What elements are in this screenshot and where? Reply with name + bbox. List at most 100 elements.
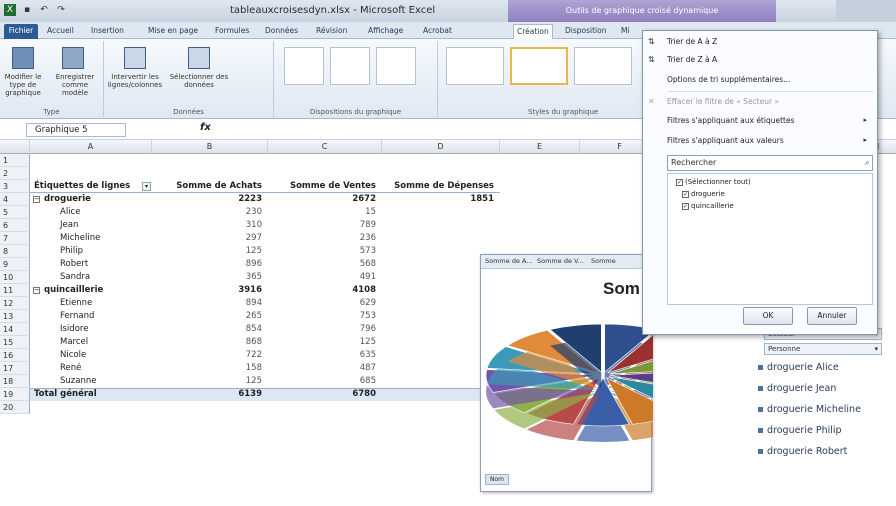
item-achats[interactable]: 125 [152,375,268,388]
column-header-d[interactable]: D [382,140,500,154]
collapse-icon[interactable]: − [33,287,40,294]
item-row-label[interactable]: Jean [30,219,152,232]
group-ventes[interactable]: 2672 [268,193,382,206]
item-ventes[interactable]: 487 [268,362,382,375]
menu-value-filters[interactable]: Filtres s'appliquant aux valeurs [667,136,784,145]
redo-icon[interactable]: ↷ [55,4,67,16]
item-ventes[interactable]: 635 [268,349,382,362]
item-achats[interactable]: 125 [152,245,268,258]
item-row-label[interactable]: Micheline [30,232,152,245]
legend-item[interactable]: droguerie Jean [758,383,836,394]
item-achats[interactable]: 230 [152,206,268,219]
item-row-label[interactable]: Etienne [30,297,152,310]
item-achats[interactable]: 896 [152,258,268,271]
checkbox-droguerie[interactable]: ✓ droguerie [682,190,725,198]
pivot-header[interactable]: Somme de Ventes [268,180,382,193]
item-row-label[interactable]: Robert [30,258,152,271]
tab-revision[interactable]: Révision [313,24,350,39]
chart-style-1[interactable] [446,47,504,85]
item-achats[interactable]: 868 [152,336,268,349]
field-button-ventes[interactable]: Somme de V... [537,257,584,265]
select-data-button[interactable]: Sélectionner des données [168,73,230,89]
column-header-b[interactable]: B [152,140,268,154]
menu-label-filters[interactable]: Filtres s'appliquant aux étiquettes [667,116,795,125]
checkbox-quincaillerie[interactable]: ✓ quincaillerie [682,202,734,210]
row-header[interactable]: 8 [0,245,30,258]
item-row-label[interactable]: Suzanne [30,375,152,388]
row-header[interactable]: 7 [0,232,30,245]
save-template-icon[interactable] [62,47,84,69]
switch-row-column-button[interactable]: Intervertir les lignes/colonnes [104,73,166,89]
chart-style-2[interactable] [510,47,568,85]
save-template-button[interactable]: Enregistrer comme modèle [48,73,102,97]
row-header[interactable]: 4 [0,193,30,206]
item-ventes[interactable]: 685 [268,375,382,388]
legend-item[interactable]: droguerie Robert [758,446,847,457]
row-header[interactable]: 14 [0,323,30,336]
row-header[interactable]: 5 [0,206,30,219]
tab-formules[interactable]: Formules [212,24,252,39]
pivot-header[interactable]: Étiquettes de lignes [30,180,152,193]
item-achats[interactable]: 310 [152,219,268,232]
item-ventes[interactable]: 789 [268,219,382,232]
group-achats[interactable]: 3916 [152,284,268,297]
row-header[interactable]: 15 [0,336,30,349]
save-icon[interactable]: ▪ [21,4,33,16]
tab-affichage[interactable]: Affichage [365,24,406,39]
item-row-label[interactable]: Isidore [30,323,152,336]
tab-fichier[interactable]: Fichier [4,24,38,39]
column-header-e[interactable]: E [500,140,580,154]
item-row-label[interactable]: Alice [30,206,152,219]
row-header[interactable]: 2 [0,167,30,180]
menu-sort-za[interactable]: Trier de Z à A [667,55,717,64]
item-achats[interactable]: 365 [152,271,268,284]
legend-item[interactable]: droguerie Philip [758,425,842,436]
item-row-label[interactable]: Marcel [30,336,152,349]
item-ventes[interactable]: 629 [268,297,382,310]
pivot-header[interactable]: Somme de Achats [152,180,268,193]
chart-style-3[interactable] [574,47,632,85]
pivot-chart[interactable]: Somme de A... Somme de V... Somme Som No… [480,254,653,492]
field-button-depenses[interactable]: Somme [591,257,616,265]
pivot-header[interactable]: Somme de Dépenses [382,180,500,193]
row-header[interactable]: 9 [0,258,30,271]
ok-button[interactable]: OK [743,307,793,325]
switch-row-column-icon[interactable] [124,47,146,69]
select-all-corner[interactable] [0,140,30,154]
item-achats[interactable]: 158 [152,362,268,375]
row-header[interactable]: 11 [0,284,30,297]
item-achats[interactable]: 265 [152,310,268,323]
legend-item[interactable]: droguerie Micheline [758,404,861,415]
item-ventes[interactable]: 236 [268,232,382,245]
group-ventes[interactable]: 4108 [268,284,382,297]
tab-donnees[interactable]: Données [262,24,301,39]
axis-field-button-nom[interactable]: Nom [485,474,509,485]
field-button-achats[interactable]: Somme de A... [485,257,533,265]
legend-item[interactable]: droguerie Alice [758,362,839,373]
layout-thumbnail-3[interactable] [376,47,416,85]
item-ventes[interactable]: 491 [268,271,382,284]
select-data-icon[interactable] [188,47,210,69]
tab-insertion[interactable]: Insertion [88,24,127,39]
layout-thumbnail-2[interactable] [330,47,370,85]
menu-more-sort-options[interactable]: Options de tri supplémentaires... [667,75,790,84]
row-header[interactable]: 10 [0,271,30,284]
group-achats[interactable]: 2223 [152,193,268,206]
item-ventes[interactable]: 573 [268,245,382,258]
column-header-c[interactable]: C [268,140,382,154]
undo-icon[interactable]: ↶ [38,4,50,16]
item-row-label[interactable]: Fernand [30,310,152,323]
group-row-label[interactable]: quincaillerie [30,284,152,297]
item-ventes[interactable]: 15 [268,206,382,219]
row-header[interactable]: 17 [0,362,30,375]
tab-creation[interactable]: Création [513,24,553,39]
fx-icon[interactable]: fx [200,122,211,133]
menu-sort-az[interactable]: Trier de A à Z [667,37,717,46]
tab-mise-en-page[interactable]: Mise en page [145,24,201,39]
item-ventes[interactable]: 568 [268,258,382,271]
tab-mise-en-forme[interactable]: Mi [618,24,633,39]
item-ventes[interactable]: 753 [268,310,382,323]
tab-accueil[interactable]: Accueil [44,24,77,39]
row-header[interactable]: 19 [0,388,30,401]
item-achats[interactable]: 854 [152,323,268,336]
